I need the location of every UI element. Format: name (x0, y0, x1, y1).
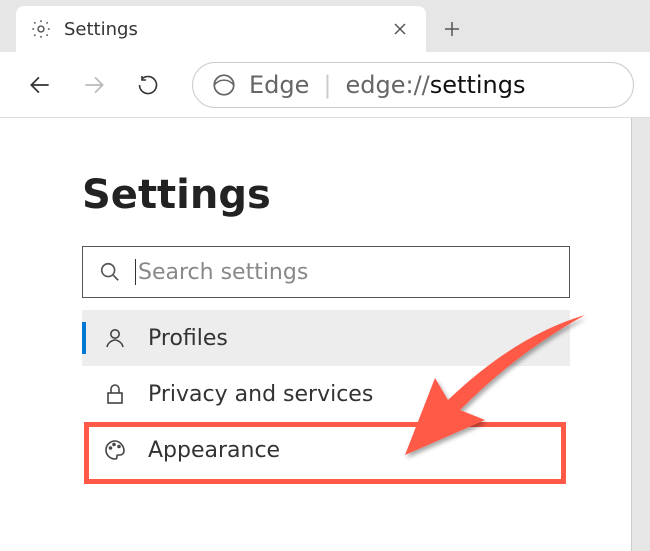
gear-icon (30, 18, 52, 40)
text-cursor (135, 259, 136, 285)
tab-settings[interactable]: Settings (16, 6, 426, 52)
search-settings-box[interactable] (82, 246, 570, 298)
back-button[interactable] (16, 61, 64, 109)
address-url-scheme: edge:// (346, 71, 430, 99)
settings-nav: Profiles Privacy and services Appearance (82, 310, 570, 478)
page-title: Settings (82, 172, 631, 218)
address-brand: Edge (249, 71, 309, 99)
nav-item-privacy[interactable]: Privacy and services (82, 366, 570, 422)
forward-button[interactable] (70, 61, 118, 109)
new-tab-button[interactable] (426, 6, 478, 52)
nav-item-appearance[interactable]: Appearance (82, 422, 570, 478)
refresh-button[interactable] (124, 61, 172, 109)
nav-label: Appearance (148, 438, 280, 463)
nav-label: Profiles (148, 326, 228, 351)
tab-strip: Settings (0, 0, 650, 52)
settings-page: Settings Profiles Privacy and services A… (0, 118, 632, 551)
nav-label: Privacy and services (148, 382, 373, 407)
search-icon (99, 261, 121, 283)
lock-icon (100, 382, 130, 406)
search-input[interactable] (138, 260, 553, 285)
person-icon (100, 326, 130, 350)
address-separator: | (323, 71, 331, 99)
toolbar: Edge | edge://settings (0, 52, 650, 118)
tab-title: Settings (64, 19, 388, 40)
address-bar[interactable]: Edge | edge://settings (192, 62, 634, 108)
edge-logo-icon (211, 72, 237, 98)
close-icon[interactable] (388, 17, 412, 41)
address-url-path: settings (430, 71, 526, 99)
palette-icon (100, 438, 130, 462)
nav-item-profiles[interactable]: Profiles (82, 310, 570, 366)
